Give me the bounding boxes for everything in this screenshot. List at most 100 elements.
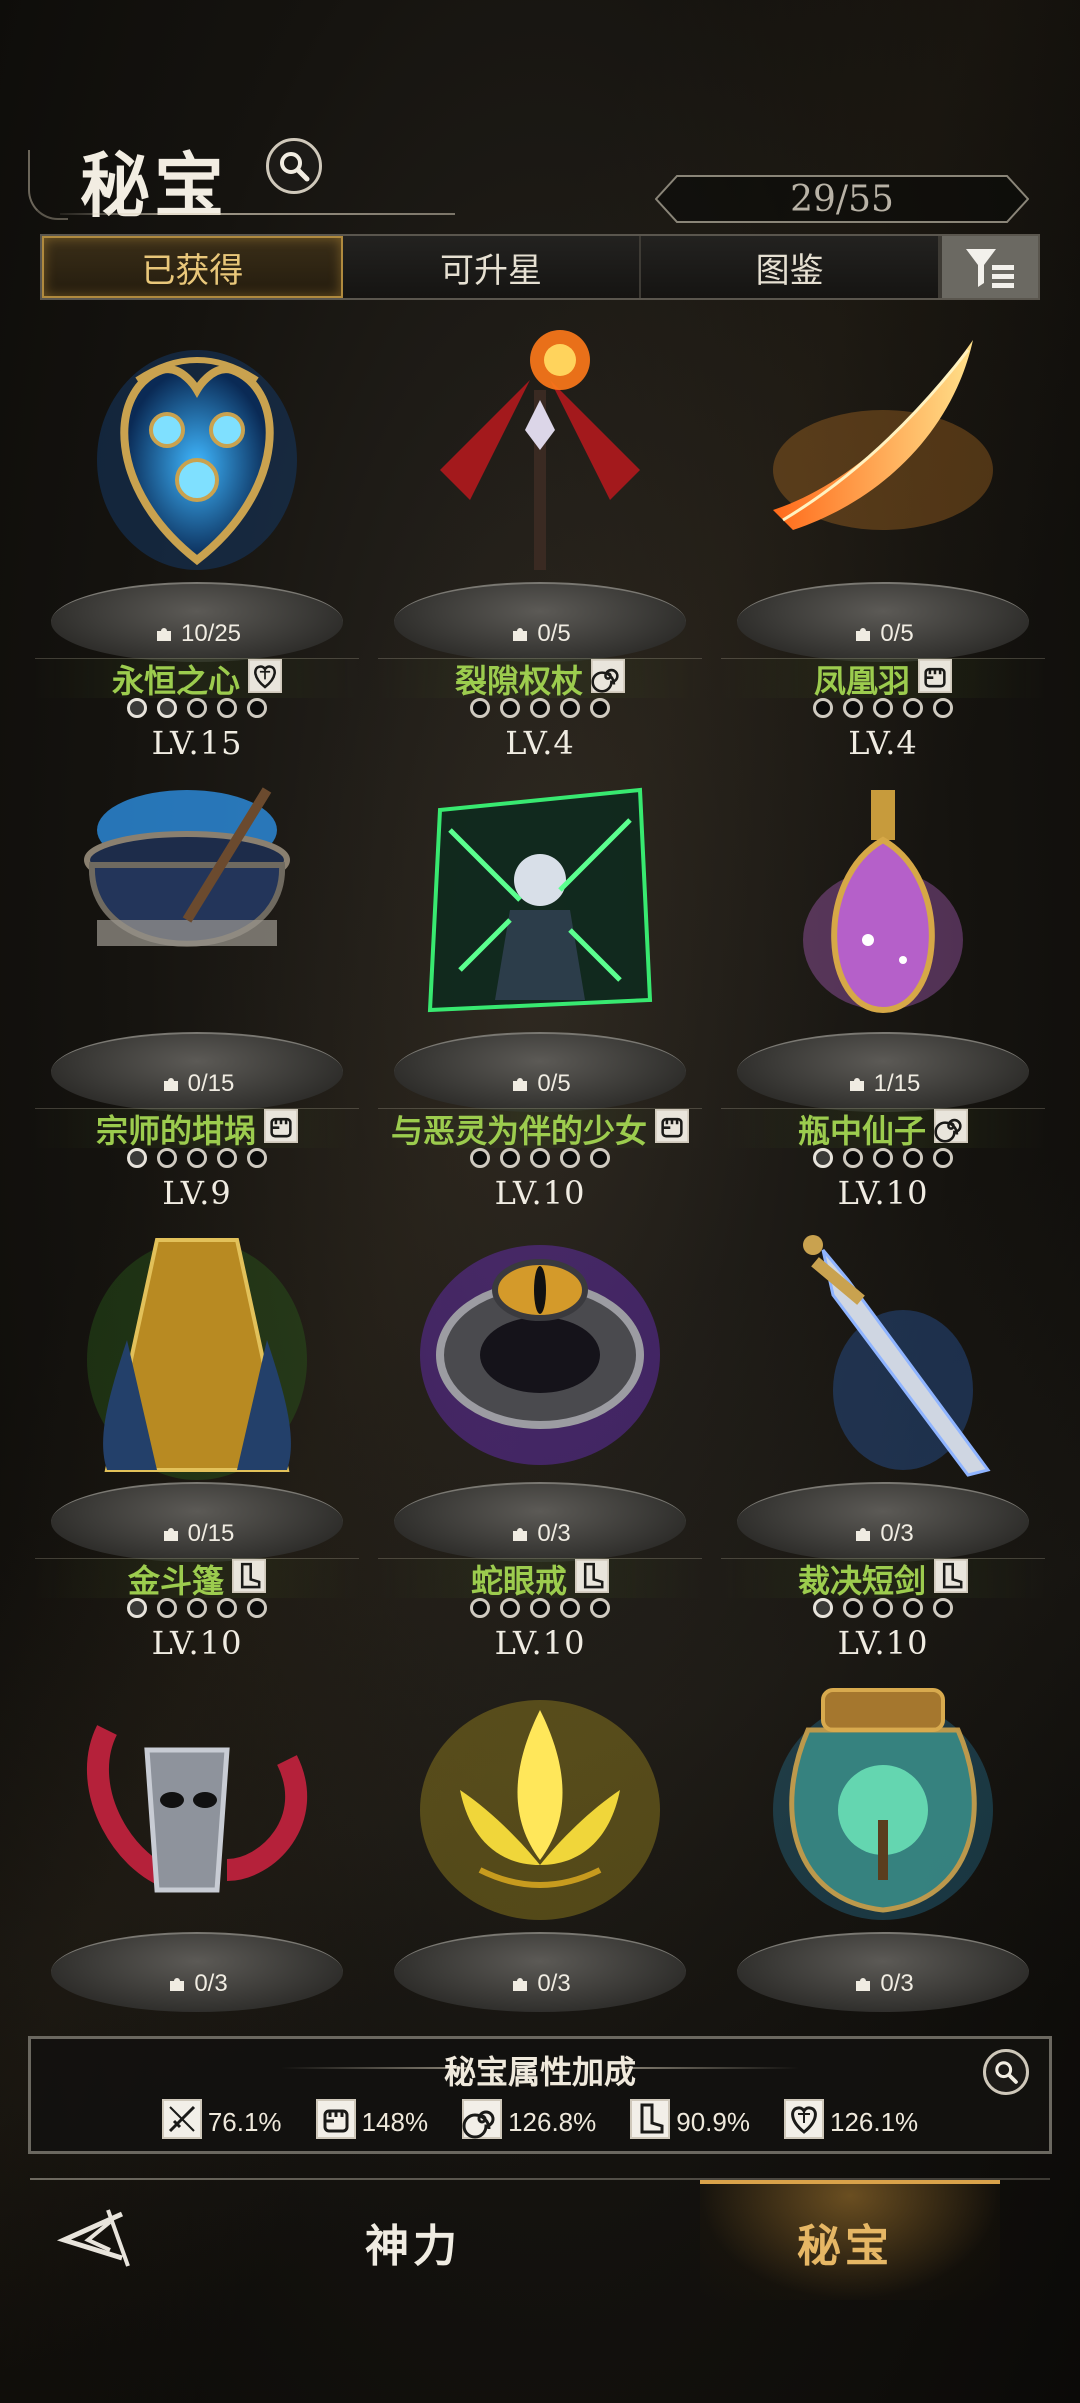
fist-icon [655, 1109, 689, 1148]
star-rating [368, 1148, 712, 1168]
star-empty [560, 1148, 580, 1168]
fragment-count: 0/15 [25, 1070, 369, 1098]
fragment-count: 0/3 [25, 1970, 369, 1998]
fragment-text: 0/3 [194, 1970, 228, 1997]
treasure-card[interactable]: 0/3 裁决短剑 LV.10 [711, 1220, 1055, 1662]
name-row: 金斗篷 [35, 1558, 359, 1599]
title-underline [60, 213, 455, 215]
treasure-art [753, 1670, 1013, 1940]
name-row: 宗师的坩埚 [35, 1108, 359, 1149]
star-rating [711, 1598, 1055, 1618]
fragment-count: 0/3 [711, 1520, 1055, 1548]
treasure-card[interactable]: 0/15 金斗篷 LV.10 [25, 1220, 369, 1662]
nav-treasure[interactable]: 秘宝 [797, 2210, 893, 2274]
star-empty [470, 698, 490, 718]
star-empty [157, 1598, 177, 1618]
boot-icon [575, 1559, 609, 1598]
heart-icon [783, 2099, 824, 2146]
star-filled [813, 1148, 833, 1168]
treasure-level: LV.10 [837, 1624, 929, 1662]
star-filled [127, 1148, 147, 1168]
name-row: 永恒之心 [35, 658, 359, 699]
star-empty [217, 1148, 237, 1168]
treasure-level: LV.10 [837, 1174, 929, 1212]
swirl-icon [934, 1109, 968, 1148]
nav-divine-power[interactable]: 神力 [365, 2210, 461, 2274]
star-empty [530, 698, 550, 718]
fragment-text: 0/15 [187, 1070, 235, 1097]
fragment-text: 0/15 [187, 1520, 235, 1547]
star-empty [187, 1148, 207, 1168]
treasure-art [753, 770, 1013, 1040]
back-button[interactable] [50, 2200, 140, 2280]
fragment-text: 0/3 [880, 1520, 914, 1547]
fragment-count: 0/5 [368, 620, 712, 648]
treasure-card[interactable]: 1/15 瓶中仙子 LV.10 [711, 770, 1055, 1212]
treasure-card[interactable]: 0/5 与恶灵为伴的少女 LV.10 [368, 770, 712, 1212]
treasure-card[interactable]: 0/15 宗师的坩埚 LV.9 [25, 770, 369, 1212]
star-empty [187, 1598, 207, 1618]
puzzle-piece-icon [156, 628, 171, 641]
back-arrow-icon [56, 2209, 130, 2267]
star-empty [500, 1148, 520, 1168]
treasure-name: 永恒之心 [111, 662, 240, 699]
fragment-count: 10/25 [25, 620, 369, 648]
star-filled [813, 1598, 833, 1618]
star-empty [560, 1598, 580, 1618]
star-empty [843, 1598, 863, 1618]
fragment-count: 1/15 [711, 1070, 1055, 1098]
treasure-name: 与恶灵为伴的少女 [390, 1112, 647, 1149]
treasure-name: 瓶中仙子 [797, 1112, 926, 1149]
star-empty [217, 698, 237, 718]
fragment-text: 0/3 [537, 1970, 571, 1997]
fragment-text: 1/15 [873, 1070, 921, 1097]
treasure-level: LV.10 [151, 1624, 243, 1662]
puzzle-piece-icon [856, 628, 871, 641]
star-rating [25, 1148, 369, 1168]
treasure-card[interactable]: 10/25 永恒之心 LV.15 [25, 320, 369, 762]
star-empty [843, 1148, 863, 1168]
tab-obtained[interactable]: 已获得 [42, 236, 343, 298]
star-empty [903, 698, 923, 718]
treasure-card[interactable]: 0/3 蛇眼戒 LV.10 [368, 1220, 712, 1662]
fragment-text: 0/5 [537, 1070, 571, 1097]
tab-upgradable[interactable]: 可升星 [342, 236, 642, 298]
star-rating [711, 698, 1055, 718]
collection-counter: 29/55 [655, 175, 1029, 223]
star-filled [157, 698, 177, 718]
magnifier-icon [280, 152, 310, 182]
bonus-stat: 126.1% [783, 2099, 919, 2146]
star-filled [127, 698, 147, 718]
treasure-name: 裁决短剑 [797, 1562, 926, 1599]
bonus-detail-button[interactable] [983, 2049, 1029, 2095]
title-ornament [28, 150, 68, 220]
bonus-value: 126.1% [829, 2107, 919, 2137]
bonus-value: 126.8% [508, 2107, 597, 2137]
star-empty [873, 1148, 893, 1168]
treasure-name: 蛇眼戒 [470, 1562, 567, 1599]
fragment-count: 0/5 [368, 1070, 712, 1098]
puzzle-piece-icon [170, 1978, 185, 1991]
fragment-count: 0/15 [25, 1520, 369, 1548]
bonus-stat: 148% [315, 2099, 428, 2146]
star-empty [590, 1598, 610, 1618]
fragment-text: 10/25 [180, 620, 242, 647]
name-row: 与恶灵为伴的少女 [378, 1108, 702, 1149]
magnifier-icon [995, 2061, 1018, 2084]
star-empty [470, 1148, 490, 1168]
filter-icon [966, 249, 1015, 288]
filter-button[interactable] [940, 236, 1039, 298]
puzzle-piece-icon [513, 1078, 528, 1091]
treasure-art [67, 1220, 327, 1490]
treasure-name: 凤凰羽 [813, 662, 910, 699]
star-empty [933, 1598, 953, 1618]
tab-codex[interactable]: 图鉴 [641, 236, 941, 298]
star-rating [368, 698, 712, 718]
treasure-card[interactable]: 0/5 裂隙权杖 LV.4 [368, 320, 712, 762]
fragment-text: 0/3 [880, 1970, 914, 1997]
fragment-count: 0/3 [711, 1970, 1055, 1998]
fragment-count: 0/3 [368, 1520, 712, 1548]
treasure-card[interactable]: 0/5 凤凰羽 LV.4 [711, 320, 1055, 762]
treasure-name: 金斗篷 [127, 1562, 224, 1599]
search-button[interactable] [266, 138, 322, 194]
